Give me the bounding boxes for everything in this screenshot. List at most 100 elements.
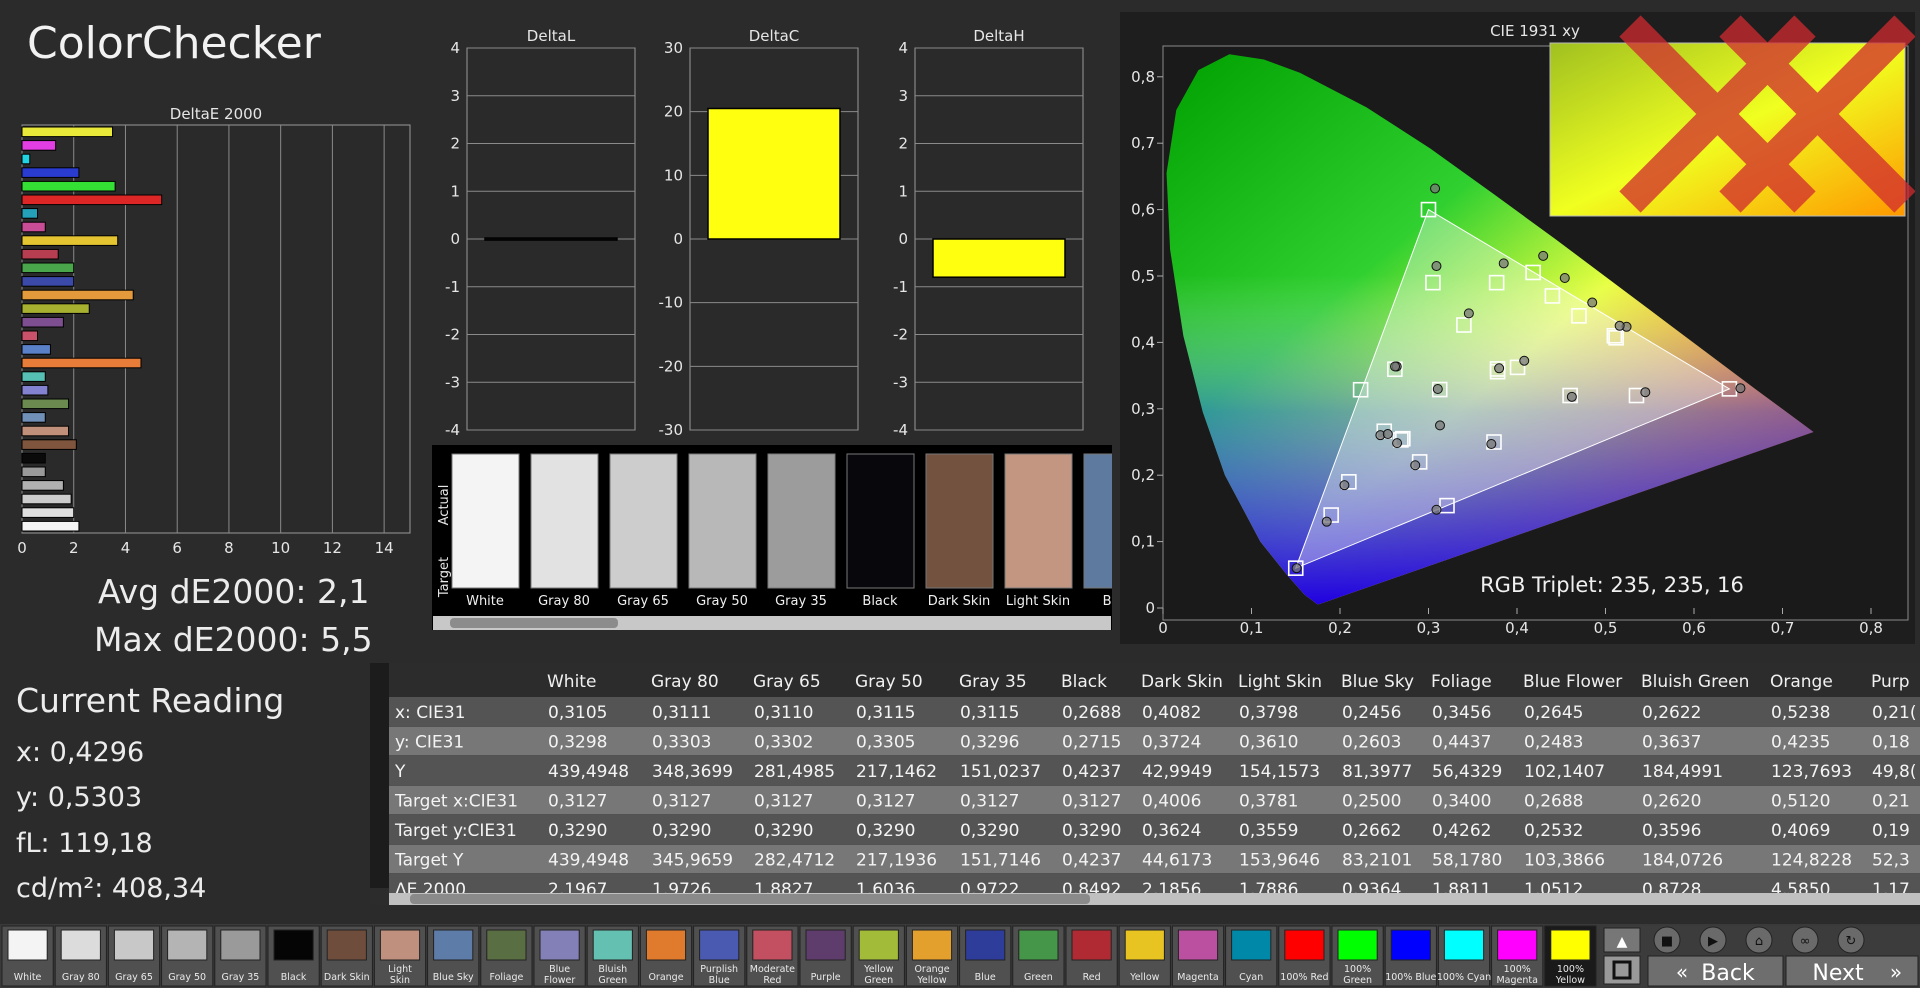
table-cell: 0,3610 xyxy=(1239,733,1298,753)
stop-button[interactable] xyxy=(1603,955,1641,985)
patch-swatch xyxy=(1177,929,1219,961)
cie-measured-point xyxy=(1494,363,1505,374)
table-cell: 0,3724 xyxy=(1142,733,1201,753)
patch-label-line: Blue xyxy=(549,964,570,975)
swatch-label: Blue xyxy=(1103,594,1112,609)
deltah-tick-label: 3 xyxy=(898,87,908,105)
deltae-bar xyxy=(21,126,114,138)
table-cell: 42,9949 xyxy=(1142,762,1212,782)
patch-label: Green xyxy=(1024,972,1053,983)
table-scroll-thumb[interactable] xyxy=(410,894,1090,904)
table-column-header: Dark Skin xyxy=(1141,672,1223,692)
cie-ytick-label: 0,3 xyxy=(1131,400,1155,418)
patch-label-line: Magenta xyxy=(1177,972,1218,983)
deltae-tick-label: 10 xyxy=(271,539,290,557)
up-icon: ▲ xyxy=(1617,934,1628,950)
deltae-tick-label: 14 xyxy=(375,539,394,557)
patch-label: Magenta xyxy=(1177,972,1218,983)
patch-swatch xyxy=(1337,929,1378,961)
deltae-bar xyxy=(21,235,119,246)
table-row-label: Target y:CIE31 xyxy=(394,821,517,841)
table-column-header: Purp xyxy=(1871,672,1910,692)
table-cell: 0,3127 xyxy=(1062,792,1121,812)
patch-label: Blue xyxy=(975,972,996,983)
patch-label-line: Dark Skin xyxy=(324,972,370,983)
swatch-gray-65 xyxy=(609,453,678,589)
deltah-tick-label: -1 xyxy=(893,278,908,296)
back-label: Back xyxy=(1701,961,1755,986)
deltae-bar xyxy=(21,452,46,464)
table-cell: 348,3699 xyxy=(652,762,733,782)
deltae-tick-label: 2 xyxy=(69,539,79,557)
back-chevron-icon: « xyxy=(1676,960,1688,984)
cie-measured-point xyxy=(1410,460,1421,471)
deltae-tick-label: 12 xyxy=(323,539,342,557)
swatch-label: Black xyxy=(862,594,898,609)
patch-swatch xyxy=(433,929,474,961)
patch-swatch xyxy=(379,929,421,961)
table-column-header: Gray 50 xyxy=(855,672,923,692)
deltac-tick-label: -20 xyxy=(659,357,684,375)
table-cell: 0,4235 xyxy=(1771,733,1830,753)
patch-label: Purple xyxy=(811,972,841,983)
actual-label: Actual xyxy=(437,485,452,526)
patch-label-line: 100% xyxy=(1557,964,1584,975)
table-cell: 58,1780 xyxy=(1432,851,1502,871)
table-cell: 0,3798 xyxy=(1239,703,1298,723)
patch-label: Foliage xyxy=(489,972,523,983)
next-label: Next xyxy=(1812,961,1864,986)
patch-swatch xyxy=(113,929,155,961)
deltac-bar xyxy=(707,107,841,240)
deltae-bar xyxy=(21,262,75,274)
deltal-bar xyxy=(484,237,618,241)
cie-measured-point xyxy=(1291,563,1302,574)
patch-label: Yellow xyxy=(1129,972,1159,983)
deltae-bar xyxy=(21,167,80,178)
swatch-black xyxy=(846,453,915,589)
table-cell: 0,4237 xyxy=(1062,762,1121,782)
patch-label-line: Red xyxy=(1083,972,1101,983)
deltae-tick-label: 8 xyxy=(224,539,234,557)
patch-label-line: Yellow xyxy=(916,975,946,986)
deltae-bar xyxy=(21,289,134,301)
table-cell: 0,18 xyxy=(1872,733,1910,753)
patch-label-line: Bluish xyxy=(598,964,627,975)
patch-label-line: Gray 50 xyxy=(168,972,206,983)
swatch-dark-skin xyxy=(925,453,994,589)
cie-xtick-label: 0,1 xyxy=(1240,619,1264,637)
table-column-header: Orange xyxy=(1770,672,1833,692)
deltae-bar xyxy=(21,357,142,369)
table-cell: 0,3127 xyxy=(548,792,607,812)
patch-label-line: Light xyxy=(388,964,412,975)
patch-label-line: 100% Red xyxy=(1280,972,1328,983)
table-column-header: Gray 80 xyxy=(651,672,719,692)
deltal-chart: DeltaL 4 3 2 1 0 -1 -2 -3 -4 xyxy=(445,27,636,439)
patch-label: Red xyxy=(1083,972,1101,983)
deltae-bar xyxy=(21,480,64,491)
table-cell: 151,7146 xyxy=(960,851,1041,871)
patch-label-line: Yellow xyxy=(1129,972,1159,983)
cie-measured-point xyxy=(1382,429,1393,440)
cie-xtick-label: 0,5 xyxy=(1594,619,1618,637)
patch-label-line: Moderate xyxy=(750,964,795,975)
cie-measured-point xyxy=(1321,516,1332,527)
patch-swatch xyxy=(1018,929,1059,961)
table-cell: 0,2603 xyxy=(1342,733,1401,753)
table-cell: 0,3400 xyxy=(1432,792,1491,812)
table-cell: 0,21 xyxy=(1872,792,1910,812)
patch-swatch xyxy=(220,929,261,961)
patch-label-line: Green xyxy=(864,975,893,986)
patch-label: 100% Yellow xyxy=(1555,964,1585,986)
patch-label-line: Magenta xyxy=(1496,975,1537,986)
patch-label: Dark Skin xyxy=(324,972,370,983)
swatch-gray-50 xyxy=(688,453,757,589)
patch-swatch xyxy=(699,929,740,961)
deltae-bar xyxy=(21,493,72,505)
cie-ytick-label: 0,8 xyxy=(1131,68,1155,86)
swatch-scroll-thumb[interactable] xyxy=(450,618,618,628)
swatch-gray-35 xyxy=(767,453,836,589)
cie-measured-point xyxy=(1614,320,1625,331)
table-cell: 184,0726 xyxy=(1642,851,1723,871)
table-cell: 0,3781 xyxy=(1239,792,1298,812)
deltae-tick-label: 0 xyxy=(17,539,27,557)
